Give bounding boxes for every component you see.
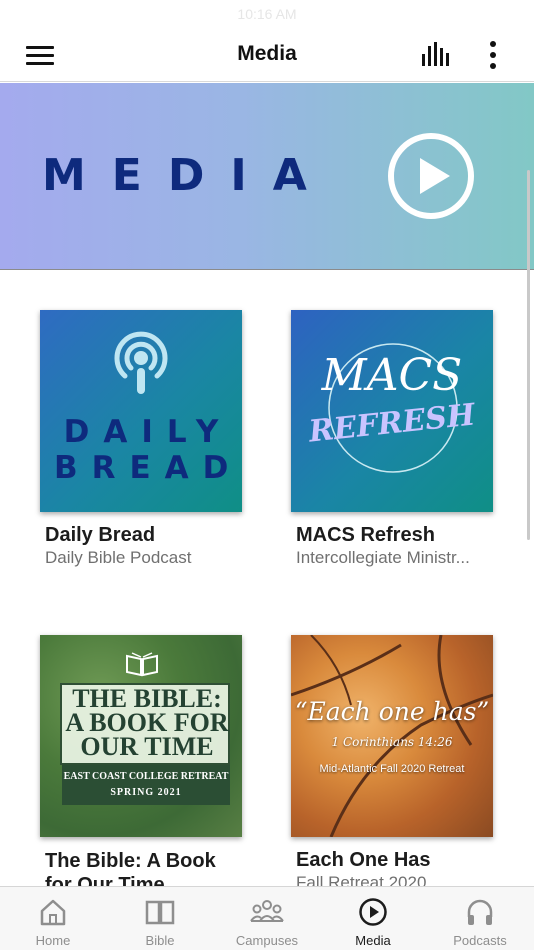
tab-media[interactable]: Media [320, 887, 426, 950]
media-card-daily-bread[interactable]: DAILY BREAD Daily Bread Daily Bible Podc… [40, 310, 244, 590]
card-subtitle: Daily Bible Podcast [45, 548, 192, 567]
media-card-macs-refresh[interactable]: MACS REFRESH MACS Refresh Intercollegiat… [291, 310, 495, 590]
macs-artwork-line1: MACS [321, 350, 463, 401]
media-card-each-one-has[interactable]: “Each one has” 1 Corinthians 14:26 Mid-A… [291, 635, 495, 886]
equalizer-icon[interactable] [420, 42, 454, 68]
status-bar: 10:16 AM [0, 0, 534, 28]
each-artwork-event: Mid-Atlantic Fall 2020 Retreat [319, 763, 465, 775]
podcast-icon [114, 331, 168, 394]
more-vertical-icon[interactable] [482, 40, 504, 70]
bible-event-band: EAST COAST COLLEGE RETREAT SPRING 2021 [62, 765, 230, 805]
tab-label: Home [35, 933, 71, 948]
each-one-has-artwork: “Each one has” 1 Corinthians 14:26 Mid-A… [291, 635, 493, 837]
card-title: MACS Refresh [296, 524, 435, 546]
card-subtitle: Intercollegiate Ministr... [296, 548, 470, 567]
headphones-icon [467, 899, 493, 925]
home-icon [40, 899, 66, 926]
tab-home[interactable]: Home [0, 887, 106, 950]
play-circle-icon [359, 898, 387, 926]
bible-artwork-season: SPRING 2021 [110, 787, 182, 798]
book-icon [145, 900, 175, 925]
bible-title-panel: THE BIBLE: A BOOK FOR OUR TIME [60, 683, 230, 765]
open-book-icon [126, 652, 158, 677]
card-title: Daily Bread [45, 524, 156, 546]
daily-bread-line2: BREAD [54, 450, 242, 486]
tab-label: Media [355, 933, 391, 948]
bottom-tab-bar: Home Bible Campuses Media Podcasts [0, 886, 534, 950]
the-bible-artwork: THE BIBLE: A BOOK FOR OUR TIME EAST COAS… [40, 635, 242, 837]
tab-label: Campuses [235, 933, 299, 948]
card-title: The Bible: A Book for Our Time [45, 850, 216, 886]
media-card-the-bible[interactable]: THE BIBLE: A BOOK FOR OUR TIME EAST COAS… [40, 635, 244, 886]
media-grid: DAILY BREAD Daily Bread Daily Bible Podc… [0, 270, 534, 886]
daily-bread-artwork: DAILY BREAD [40, 310, 242, 512]
status-time: 10:16 AM [237, 6, 297, 22]
bible-artwork-event: EAST COAST COLLEGE RETREAT [63, 771, 229, 782]
each-artwork-reference: 1 Corinthians 14:26 [331, 735, 453, 749]
card-subtitle: Fall Retreat 2020 [296, 873, 427, 886]
tab-label: Bible [145, 933, 175, 948]
tab-bible[interactable]: Bible [107, 887, 213, 950]
hero-title: MEDIA [42, 150, 333, 201]
play-circle-icon[interactable] [386, 131, 476, 221]
card-title: Each One Has [296, 849, 431, 871]
app-header: Media [0, 28, 534, 82]
daily-bread-line1: DAILY [63, 414, 233, 450]
bible-artwork-heading: THE BIBLE: A BOOK FOR OUR TIME [65, 684, 229, 761]
macs-refresh-artwork: MACS REFRESH [291, 310, 493, 512]
tab-campuses[interactable]: Campuses [214, 887, 320, 950]
tab-podcasts[interactable]: Podcasts [427, 887, 533, 950]
people-group-icon [250, 900, 284, 922]
tab-label: Podcasts [453, 933, 507, 948]
each-artwork-quote: “Each one has” [294, 697, 490, 726]
